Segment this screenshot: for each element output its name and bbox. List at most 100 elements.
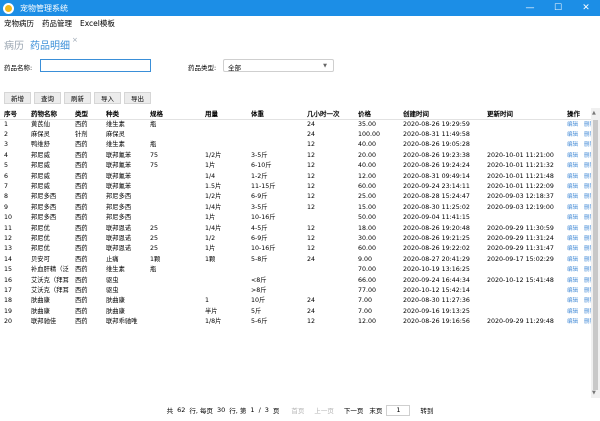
table-row[interactable]: 10 邦尼多西 西药 邦尼多西 1片 10-16斤 50.00 2020-09-04 11:4… (0, 213, 591, 223)
delete-link[interactable]: 删除 (584, 132, 591, 138)
table-row[interactable]: 3 鸭维舒 西药 维生素 瓶 12 40.00 2020-08-26 19:05:28 编辑删除 (0, 140, 591, 150)
menu-pet-records[interactable]: 宠物病历 (0, 18, 38, 29)
table-row[interactable]: 12 邦尼优 西药 联邦恩诺 25 1/2 6-9斤 12 30.00 2020-08-26 19… (0, 234, 591, 244)
goto-page-input[interactable] (386, 404, 411, 416)
table-cell: 1/2片 (205, 193, 222, 201)
table-row[interactable]: 1 黄芪仙 西药 维生素 瓶 24 35.00 2020-08-26 19:29:59 编辑删除 (0, 119, 591, 130)
first-page-link[interactable]: 首页 (291, 405, 304, 415)
vertical-scrollbar[interactable]: ▲ ▼ (591, 108, 600, 398)
table-row[interactable]: 19 肤曲康 西药 肤曲康 半片 5斤 24 7.00 2020-09-16 19:13:25 编… (0, 307, 591, 317)
edit-link[interactable]: 编辑 (567, 132, 578, 138)
edit-link[interactable]: 编辑 (567, 174, 578, 180)
edit-link[interactable]: 编辑 (567, 236, 578, 242)
drug-type-select[interactable]: 全部 ▼ (223, 59, 334, 72)
delete-link[interactable]: 删除 (584, 194, 591, 200)
delete-link[interactable]: 删除 (584, 246, 591, 252)
edit-link[interactable]: 编辑 (567, 163, 578, 169)
edit-link[interactable]: 编辑 (567, 309, 578, 315)
delete-link[interactable]: 删除 (584, 184, 591, 190)
export-button[interactable]: 导出 (124, 92, 151, 104)
table-cell: 邦尼多西 (31, 214, 57, 222)
table-row[interactable]: 13 邦尼优 西药 联邦恩诺 25 1片 10-16斤 12 60.00 2020-08-26 1… (0, 244, 591, 254)
table-row[interactable]: 4 邦尼威 西药 联邦氟苯 75 1/2片 3-5斤 12 20.00 2020-08-26 19… (0, 151, 591, 161)
delete-link[interactable]: 删除 (584, 163, 591, 169)
edit-link[interactable]: 编辑 (567, 122, 578, 128)
close-button[interactable]: ✕ (572, 0, 600, 16)
drug-name-input[interactable] (40, 59, 151, 72)
table-row[interactable]: 18 肤曲康 西药 肤曲康 1 10斤 24 7.00 2020-08-30 11:27:36 编… (0, 296, 591, 306)
table-cell (146, 213, 201, 223)
table-row[interactable]: 5 邦尼威 西药 联邦氟苯 75 1片 6-10斤 12 40.00 2020-08-26 19:… (0, 161, 591, 171)
edit-link[interactable]: 编辑 (567, 205, 578, 211)
menu-excel-template[interactable]: Excel模板 (76, 18, 119, 29)
prev-page-link[interactable]: 上一页 (314, 405, 334, 415)
edit-link[interactable]: 编辑 (567, 298, 578, 304)
delete-link[interactable]: 删除 (584, 153, 591, 159)
table-cell: 2020-08-26 19:22:02 (403, 245, 470, 253)
table-row[interactable]: 7 邦尼威 西药 联邦氟苯 1.5片 11-15斤 12 60.00 2020-09-24 23… (0, 182, 591, 192)
table-row[interactable]: 16 艾沃克（拜耳 西药 驱虫 <8斤 66.00 2020-09-24 16:44:34 2… (0, 276, 591, 286)
scroll-thumb[interactable] (593, 120, 598, 390)
delete-link[interactable]: 删除 (584, 309, 591, 315)
edit-link[interactable]: 编辑 (567, 319, 578, 325)
delete-link[interactable]: 删除 (584, 226, 591, 232)
table-row[interactable]: 14 贝安可 西药 止痛 1颗 1颗 5-8斤 24 9.00 2020-08-27 20:41:… (0, 255, 591, 265)
minimize-button[interactable]: — (516, 0, 544, 16)
edit-link[interactable]: 编辑 (567, 142, 578, 148)
table-row[interactable]: 20 联邦驰佳 西药 联邦乖驰唯 1/8片 5-6斤 12 12.00 2020-08-26 1… (0, 317, 591, 327)
table-row[interactable]: 6 邦尼威 西药 联邦氟苯 1/4 1-2斤 12 12.00 2020-08-31 09:49… (0, 172, 591, 182)
delete-link[interactable]: 删除 (584, 288, 591, 294)
edit-link[interactable]: 编辑 (567, 215, 578, 221)
delete-link[interactable]: 删除 (584, 215, 591, 221)
table-cell: 12 (307, 172, 316, 180)
table-cell (146, 172, 201, 182)
edit-link[interactable]: 编辑 (567, 194, 578, 200)
delete-link[interactable]: 删除 (584, 319, 591, 325)
table-row[interactable]: 9 邦尼多西 西药 邦尼多西 1/4片 3-5斤 12 15.00 2020-08-30 11:… (0, 203, 591, 213)
delete-link[interactable]: 删除 (584, 205, 591, 211)
edit-link[interactable]: 编辑 (567, 267, 578, 273)
edit-link[interactable]: 编辑 (567, 257, 578, 263)
table-cell (146, 296, 201, 306)
table-row[interactable]: 17 艾沃克（拜耳 西药 驱虫 >8斤 77.00 2020-10-12 15:42:14 编… (0, 286, 591, 296)
delete-link[interactable]: 删除 (584, 142, 591, 148)
table-cell: 9.00 (358, 255, 373, 263)
maximize-button[interactable]: ☐ (544, 0, 572, 16)
edit-link[interactable]: 编辑 (567, 246, 578, 252)
table-cell: 35.00 (358, 120, 377, 128)
refresh-button[interactable]: 刷新 (64, 92, 91, 104)
query-button[interactable]: 查询 (34, 92, 61, 104)
chevron-down-icon: ▼ (323, 63, 327, 69)
row-actions: 编辑删除 (563, 286, 591, 296)
delete-link[interactable]: 删除 (584, 236, 591, 242)
add-button[interactable]: 新增 (4, 92, 31, 104)
menu-drug-management[interactable]: 药品管理 (38, 18, 76, 29)
row-actions: 编辑删除 (563, 317, 591, 327)
edit-link[interactable]: 编辑 (567, 184, 578, 190)
table-row[interactable]: 8 邦尼多西 西药 邦尼多西 1/2片 6-9斤 12 25.00 2020-08-28 15:… (0, 192, 591, 202)
delete-link[interactable]: 删除 (584, 298, 591, 304)
next-page-link[interactable]: 下一页 (344, 405, 364, 415)
edit-link[interactable]: 编辑 (567, 278, 578, 284)
edit-link[interactable]: 编辑 (567, 226, 578, 232)
scroll-up-icon[interactable]: ▲ (592, 110, 596, 116)
goto-button[interactable]: 转到 (420, 405, 433, 415)
table-row[interactable]: 2 麻保灵 针剂 麻保灵 24 100.00 2020-08-31 11:49:58 编辑删除 (0, 130, 591, 140)
import-button[interactable]: 导入 (94, 92, 121, 104)
tab-drug-details[interactable]: 药品明细 (30, 37, 70, 52)
tab-records[interactable]: 病历 (4, 37, 24, 52)
scroll-down-icon[interactable]: ▼ (592, 390, 596, 396)
table-cell: 2020-10-01 11:21:48 (487, 172, 554, 180)
table-row[interactable]: 11 邦尼优 西药 联邦恩诺 25 1/4片 4-5斤 12 18.00 2020-08-26 1… (0, 224, 591, 234)
edit-link[interactable]: 编辑 (567, 288, 578, 294)
last-page-link[interactable]: 末页 (369, 405, 382, 415)
edit-link[interactable]: 编辑 (567, 153, 578, 159)
tab-close-icon[interactable]: × (72, 36, 78, 44)
delete-link[interactable]: 删除 (584, 267, 591, 273)
delete-link[interactable]: 删除 (584, 257, 591, 263)
delete-link[interactable]: 删除 (584, 278, 591, 284)
table-row[interactable]: 15 补血肝精（泛 西药 维生素 瓶 70.00 2020-10-19 13:16:25 编辑… (0, 265, 591, 275)
delete-link[interactable]: 删除 (584, 122, 591, 128)
delete-link[interactable]: 删除 (584, 174, 591, 180)
table-cell: 2020-09-17 15:02:29 (487, 255, 554, 263)
